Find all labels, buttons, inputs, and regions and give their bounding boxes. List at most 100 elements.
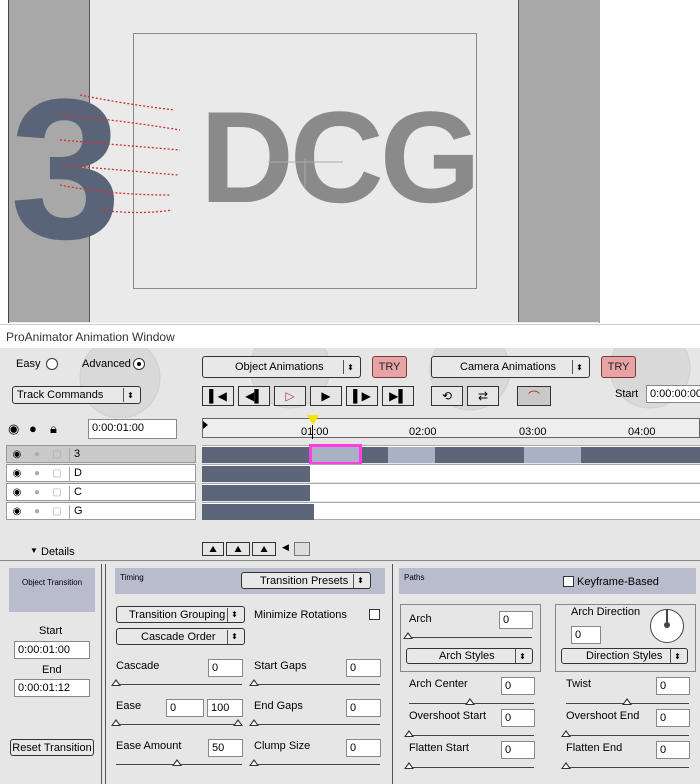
scroll-left-icon[interactable]: ◀ [282, 542, 289, 553]
arch-center-slider-knob[interactable] [465, 698, 475, 705]
timeline-ruler[interactable]: 01:00 02:00 03:00 04:00 [202, 415, 700, 439]
start-gaps-slider-track[interactable] [254, 684, 380, 685]
3d-viewport[interactable]: 3 DCG [0, 0, 700, 323]
advanced-mode-radio[interactable] [133, 358, 145, 370]
try-object-button[interactable]: TRY [372, 356, 407, 378]
eye-icon[interactable]: ◉ [9, 466, 25, 480]
cascade-slider-knob[interactable] [111, 679, 121, 686]
arch-slider-track[interactable] [408, 637, 532, 638]
transition-presets-dropdown[interactable]: Transition Presets ⬍ [241, 572, 371, 589]
flatten-end-slider-track[interactable] [566, 767, 689, 768]
track-row-c[interactable]: ◉ ● ▢ C [6, 483, 196, 501]
animation-bar[interactable] [202, 504, 314, 520]
sphere-icon[interactable]: ● [29, 447, 45, 461]
end-gaps-field[interactable]: 0 [346, 699, 381, 717]
lock-icon[interactable]: ▢ [49, 447, 65, 461]
ease-max-field[interactable]: 100 [207, 699, 243, 717]
track-lane-g[interactable] [202, 502, 700, 520]
play-button[interactable]: ▶ [310, 386, 342, 406]
sphere-icon[interactable]: ● [29, 466, 45, 480]
easy-mode-radio[interactable] [46, 358, 58, 370]
overshoot-end-slider-track[interactable] [566, 735, 689, 736]
flatten-start-field[interactable]: 0 [501, 741, 535, 759]
ease-amount-slider-knob[interactable] [172, 759, 182, 766]
current-time-field[interactable]: 0:00:01:00 [88, 419, 177, 439]
arch-styles-dropdown[interactable]: Arch Styles ⬍ [406, 648, 533, 664]
zoom-medium-button[interactable]: ⛰ [226, 542, 250, 556]
lock-icon[interactable]: ▢ [49, 485, 65, 499]
cascade-slider-track[interactable] [116, 684, 242, 685]
cascade-order-dropdown[interactable]: Cascade Order ⬍ [116, 628, 245, 645]
transition-grouping-dropdown[interactable]: Transition Grouping ⬍ [116, 606, 245, 623]
overshoot-start-slider-track[interactable] [409, 735, 534, 736]
details-toggle[interactable]: Details [41, 546, 75, 558]
step-forward-button[interactable]: ▌▶ [346, 386, 378, 406]
loop-button[interactable]: ⟲ [431, 386, 463, 406]
zoom-large-button[interactable]: ⛰ [252, 542, 276, 556]
animation-bar[interactable] [202, 485, 310, 501]
track-row-3[interactable]: ◉ ● ▢ 3 [6, 445, 196, 463]
end-gaps-slider-knob[interactable] [249, 719, 259, 726]
eye-icon[interactable]: ◉ [9, 504, 25, 518]
eye-icon[interactable]: ◉ [8, 421, 19, 437]
clump-size-field[interactable]: 0 [346, 739, 381, 757]
range-start-marker-icon[interactable] [203, 421, 208, 429]
play-range-button[interactable]: ▷ [274, 386, 306, 406]
lock-icon[interactable]: ▢ [49, 504, 65, 518]
track-lane-d[interactable] [202, 464, 700, 482]
clump-size-slider-knob[interactable] [249, 759, 259, 766]
overshoot-start-slider-knob[interactable] [404, 730, 414, 737]
playhead-icon[interactable] [307, 415, 319, 425]
transition-segment[interactable] [388, 447, 435, 463]
transition-start-field[interactable]: 0:00:01:00 [14, 641, 90, 659]
sphere-icon[interactable]: ● [29, 421, 37, 436]
go-to-end-button[interactable]: ▶▌ [382, 386, 414, 406]
motion-path-toggle[interactable]: ⌒ [517, 386, 551, 406]
track-row-d[interactable]: ◉ ● ▢ D [6, 464, 196, 482]
end-gaps-slider-track[interactable] [254, 724, 380, 725]
ease-max-knob[interactable] [233, 719, 243, 726]
arch-center-field[interactable]: 0 [501, 677, 535, 695]
object-animations-dropdown[interactable]: Object Animations ⬍ [202, 356, 361, 378]
ease-amount-field[interactable]: 50 [208, 739, 243, 757]
track-row-g[interactable]: ◉ ● ▢ G [6, 502, 196, 520]
transition-end-field[interactable]: 0:00:01:12 [14, 679, 90, 697]
reset-transition-button[interactable]: Reset Transition [10, 739, 94, 756]
arch-slider-knob[interactable] [403, 632, 413, 639]
flatten-start-slider-knob[interactable] [404, 762, 414, 769]
ease-slider-track[interactable] [116, 724, 242, 725]
track-lane-3[interactable] [202, 444, 700, 465]
arch-field[interactable]: 0 [499, 611, 533, 629]
sphere-icon[interactable]: ● [29, 485, 45, 499]
track-commands-dropdown[interactable]: Track Commands ⬍ [12, 386, 141, 404]
ping-pong-button[interactable]: ⇄ [467, 386, 499, 406]
keyframe-based-checkbox[interactable] [563, 576, 574, 587]
twist-slider-knob[interactable] [622, 698, 632, 705]
timeline-scroll-thumb[interactable] [294, 542, 310, 556]
go-to-start-button[interactable]: ▌◀ [202, 386, 234, 406]
track-lane-c[interactable] [202, 483, 700, 501]
flatten-end-slider-knob[interactable] [561, 762, 571, 769]
start-gaps-field[interactable]: 0 [346, 659, 381, 677]
start-time-field[interactable]: 0:00:00:00 [646, 385, 700, 403]
ease-min-knob[interactable] [111, 719, 121, 726]
step-back-button[interactable]: ◀▌ [238, 386, 270, 406]
eye-icon[interactable]: ◉ [9, 447, 25, 461]
overshoot-start-field[interactable]: 0 [501, 709, 535, 727]
try-camera-button[interactable]: TRY [601, 356, 636, 378]
animation-bar[interactable] [202, 447, 700, 463]
eye-icon[interactable]: ◉ [9, 485, 25, 499]
zoom-small-button[interactable]: ⛰ [202, 542, 224, 556]
overshoot-end-slider-knob[interactable] [561, 730, 571, 737]
ease-min-field[interactable]: 0 [166, 699, 204, 717]
cascade-field[interactable]: 0 [208, 659, 243, 677]
direction-styles-dropdown[interactable]: Direction Styles ⬍ [561, 648, 688, 664]
clump-size-slider-track[interactable] [254, 764, 380, 765]
animation-bar[interactable] [202, 466, 310, 482]
disclosure-triangle-icon[interactable]: ▼ [30, 546, 38, 555]
transition-segment[interactable] [524, 447, 581, 463]
start-gaps-slider-knob[interactable] [249, 679, 259, 686]
3d-text-object-dcg[interactable]: DCG [200, 92, 481, 222]
minimize-rotations-checkbox[interactable] [369, 609, 380, 620]
flatten-end-field[interactable]: 0 [656, 741, 690, 759]
